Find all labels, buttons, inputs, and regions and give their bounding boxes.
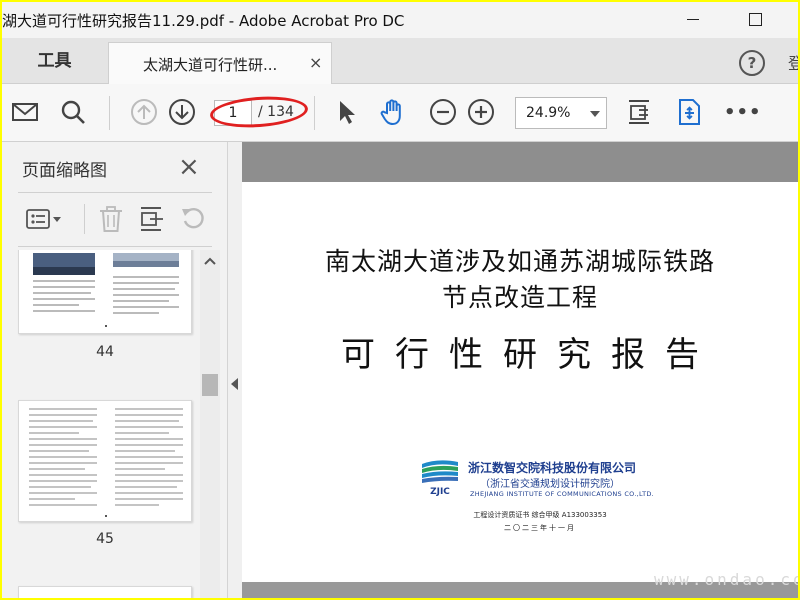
fit-page-icon[interactable] bbox=[624, 97, 654, 127]
page-thumbnails-panel: 页面缩略图 × 44 45 bbox=[2, 142, 228, 598]
logo-text: ZJIC bbox=[430, 487, 450, 497]
arrow-down-icon[interactable] bbox=[167, 97, 197, 127]
pdf-page: 南太湖大道涉及如通苏湖城际铁路 节点改造工程 可行性研究报告 ZJIC 浙江数智… bbox=[242, 182, 798, 582]
maximize-button[interactable] bbox=[740, 8, 770, 32]
document-date: 二〇二三年十一月 bbox=[504, 524, 576, 532]
panel-divider bbox=[18, 192, 212, 193]
page-thumbnail[interactable] bbox=[18, 586, 192, 598]
minimize-button[interactable] bbox=[678, 8, 708, 32]
close-tab-button[interactable]: × bbox=[309, 53, 322, 72]
watermark: www.ondao.com bbox=[654, 570, 798, 589]
page-thumbnail[interactable] bbox=[18, 250, 192, 334]
document-viewer[interactable]: 南太湖大道涉及如通苏湖城际铁路 节点改造工程 可行性研究报告 ZJIC 浙江数智… bbox=[242, 142, 798, 598]
help-icon[interactable]: ? bbox=[739, 50, 765, 76]
company-name: 浙江数智交院科技股份有限公司 bbox=[468, 461, 637, 475]
document-title-line2: 节点改造工程 bbox=[441, 283, 598, 312]
scrollbar-thumb[interactable] bbox=[202, 374, 218, 396]
company-name-english: ZHEJIANG INSTITUTE OF COMMUNICATIONS CO.… bbox=[470, 490, 655, 498]
rotate-view-icon[interactable] bbox=[674, 97, 704, 127]
zoom-value: 24.9% bbox=[526, 105, 571, 121]
thumbnail-content bbox=[33, 253, 179, 327]
document-tab-label: 太湖大道可行性研... bbox=[143, 56, 278, 74]
thumbnail-scrollbar[interactable] bbox=[200, 250, 220, 598]
zjic-logo-icon: ZJIC bbox=[422, 460, 458, 497]
arrow-up-icon[interactable] bbox=[129, 97, 159, 127]
panel-title: 页面缩略图 bbox=[22, 161, 107, 181]
chevron-up-icon[interactable] bbox=[203, 256, 217, 266]
undo-icon[interactable] bbox=[179, 204, 209, 234]
acrobat-window: 湖大道可行性研究报告11.29.pdf - Adobe Acrobat Pro … bbox=[2, 2, 798, 598]
more-icon[interactable]: ••• bbox=[724, 102, 762, 123]
panel-toolbar-divider bbox=[84, 204, 85, 234]
window-title: 湖大道可行性研究报告11.29.pdf - Adobe Acrobat Pro … bbox=[2, 12, 405, 30]
document-title-line3: 可行性研究报告 bbox=[341, 335, 719, 375]
toolbar-divider bbox=[314, 96, 315, 130]
title-bar: 湖大道可行性研究报告11.29.pdf - Adobe Acrobat Pro … bbox=[2, 2, 798, 38]
mail-icon[interactable] bbox=[10, 97, 40, 127]
collapse-panel-icon[interactable] bbox=[228, 372, 242, 396]
search-icon[interactable] bbox=[58, 97, 88, 127]
company-former-name: （浙江省交通规划设计研究院） bbox=[480, 479, 620, 490]
options-list-icon[interactable] bbox=[24, 204, 64, 234]
sign-in-link[interactable]: 登 bbox=[788, 50, 798, 74]
trash-icon[interactable] bbox=[96, 204, 126, 234]
document-title-line1: 南太湖大道涉及如通苏湖城际铁路 bbox=[324, 247, 715, 276]
tab-tools[interactable]: 工具 bbox=[2, 38, 107, 84]
thumbnail-page-number: 44 bbox=[96, 344, 114, 360]
tab-bar: 工具 太湖大道可行性研... × ? 登 bbox=[2, 38, 798, 85]
toolbar: 1 / 134 24.9% ••• bbox=[2, 84, 798, 142]
insert-page-icon[interactable] bbox=[137, 204, 167, 234]
hand-icon[interactable] bbox=[378, 97, 408, 127]
toolbar-divider bbox=[109, 96, 110, 130]
qualification-certificate: 工程设计资质证书 综合甲级 A133003353 bbox=[473, 511, 607, 519]
chevron-down-icon bbox=[590, 111, 600, 117]
thumbnail-content bbox=[29, 408, 183, 517]
zoom-out-icon[interactable] bbox=[428, 97, 458, 127]
thumbnail-page-number: 45 bbox=[96, 531, 114, 547]
panel-divider bbox=[18, 246, 212, 247]
zoom-in-icon[interactable] bbox=[466, 97, 496, 127]
tab-document[interactable]: 太湖大道可行性研... × bbox=[108, 42, 332, 85]
close-panel-button[interactable]: × bbox=[178, 152, 200, 182]
zoom-dropdown[interactable]: 24.9% bbox=[515, 97, 607, 129]
page-thumbnail[interactable] bbox=[18, 400, 192, 522]
select-arrow-icon[interactable] bbox=[332, 97, 362, 127]
thumbnail-list: 44 45 bbox=[2, 250, 202, 598]
